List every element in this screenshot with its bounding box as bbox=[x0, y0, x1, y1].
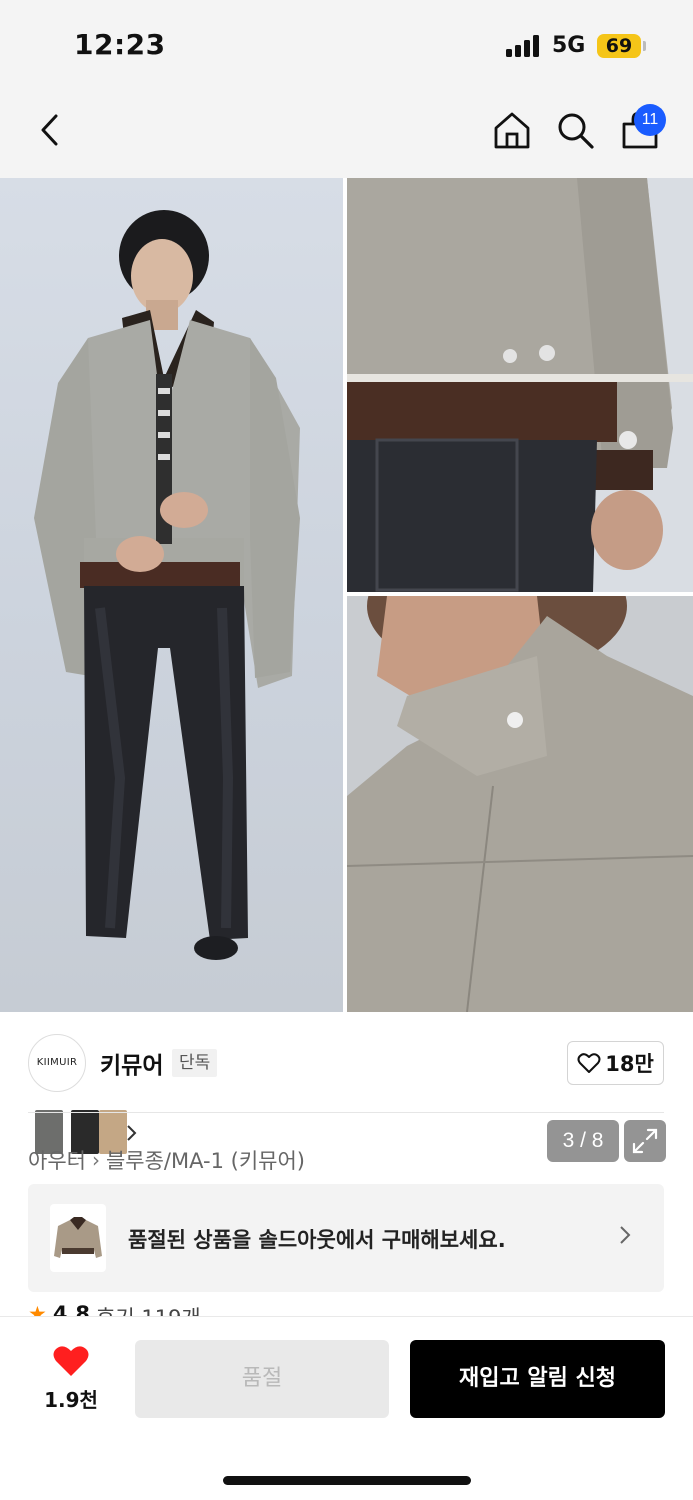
expand-icon bbox=[632, 1128, 658, 1154]
restock-alert-button[interactable]: 재입고 알림 신청 bbox=[410, 1340, 665, 1418]
brand-logo[interactable]: KIIMUIR bbox=[28, 1034, 86, 1092]
product-photo-model[interactable] bbox=[0, 178, 343, 1012]
nav-header bbox=[0, 90, 693, 178]
search-button[interactable] bbox=[553, 108, 597, 152]
home-indicator[interactable] bbox=[223, 1476, 471, 1485]
model-illustration bbox=[34, 210, 300, 960]
image-counter: 3 / 8 bbox=[547, 1120, 619, 1162]
chevron-right-icon bbox=[127, 1125, 137, 1141]
banner-text: 품절된 상품을 솔드아웃에서 구매해보세요. bbox=[128, 1228, 506, 1252]
banner-product-thumbnail bbox=[50, 1204, 106, 1272]
product-gallery[interactable]: 3 / 8 bbox=[0, 178, 693, 1162]
exclusive-badge: 단독 bbox=[172, 1049, 218, 1077]
cart-count-badge: 11 bbox=[634, 104, 666, 136]
status-bar: 12:23 5G 69 bbox=[0, 0, 693, 90]
collar-illustration bbox=[347, 596, 693, 1012]
brand-name[interactable]: 키뮤어 bbox=[100, 1046, 163, 1080]
status-time: 12:23 bbox=[74, 28, 166, 61]
brand-like-count: 18만 bbox=[605, 1052, 654, 1076]
product-photo-collar[interactable] bbox=[347, 596, 693, 1012]
search-icon bbox=[558, 113, 594, 149]
chevron-right-icon: › bbox=[91, 1148, 100, 1172]
expand-button[interactable] bbox=[624, 1120, 666, 1162]
breadcrumb-subcategory[interactable]: 블루종/MA-1 (키뮤어) bbox=[106, 1145, 305, 1175]
battery-icon: 69 bbox=[597, 34, 641, 58]
back-icon bbox=[41, 114, 58, 146]
home-button[interactable] bbox=[490, 108, 534, 152]
divider bbox=[28, 1112, 664, 1113]
sleeve-illustration bbox=[347, 178, 693, 592]
wishlist-count: 1.9천 bbox=[44, 1388, 98, 1412]
back-button[interactable] bbox=[28, 108, 72, 152]
brand-like-button[interactable]: 18만 bbox=[567, 1041, 664, 1085]
soldout-button: 품절 bbox=[135, 1340, 389, 1418]
breadcrumb-category[interactable]: 아우터 bbox=[28, 1145, 86, 1175]
heart-filled-icon bbox=[53, 1346, 89, 1376]
breadcrumb: 아우터 › 블루종/MA-1 (키뮤어) bbox=[28, 1145, 305, 1175]
chevron-right-icon bbox=[620, 1226, 631, 1244]
heart-outline-icon bbox=[577, 1053, 601, 1073]
soldout-market-banner[interactable]: 품절된 상품을 솔드아웃에서 구매해보세요. bbox=[28, 1184, 664, 1292]
bottom-bar-border bbox=[0, 1316, 693, 1317]
product-photo-sleeve[interactable] bbox=[347, 178, 693, 592]
signal-icon bbox=[506, 35, 542, 57]
battery-tip bbox=[643, 41, 646, 51]
network-label: 5G bbox=[552, 33, 586, 58]
home-icon bbox=[494, 112, 530, 149]
